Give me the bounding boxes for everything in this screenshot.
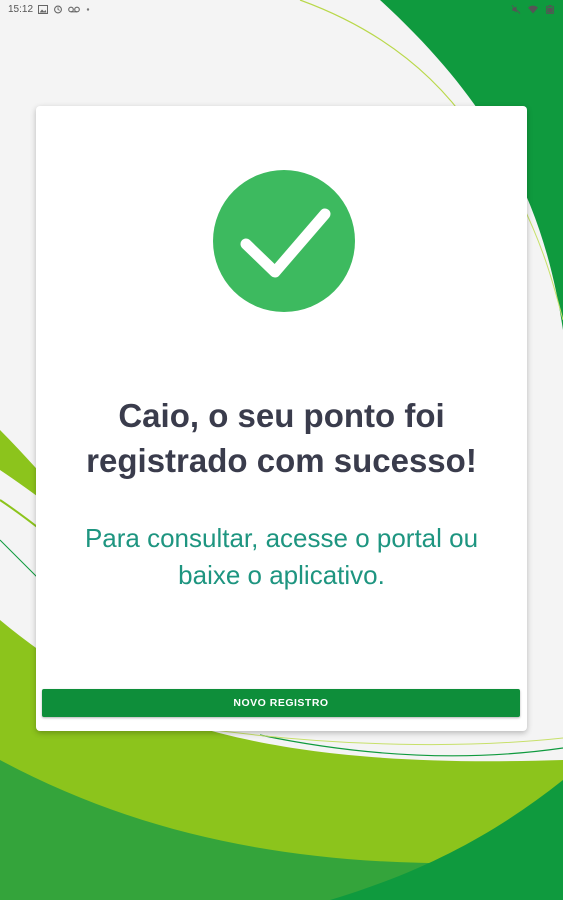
status-left: 15:12 [8,4,91,15]
status-bar: 15:12 [0,0,563,18]
voicemail-icon [68,6,80,12]
battery-icon [545,4,555,14]
dot-icon [86,7,90,11]
sync-icon [54,5,62,13]
success-title-line2: registrado com sucesso! [86,442,477,479]
check-icon [213,170,355,312]
mute-icon [511,4,521,14]
success-subtitle: Para consultar, acesse o portal ou baixe… [36,520,527,594]
success-title-line1: Caio, o seu ponto foi [118,397,445,434]
status-right [511,4,555,14]
image-icon [38,4,49,14]
wifi-icon [528,5,538,14]
success-subtitle-line2: baixe o aplicativo. [178,560,385,590]
status-time: 15:12 [8,3,34,15]
success-title: Caio, o seu ponto foi registrado com suc… [36,393,527,483]
new-record-button[interactable]: NOVO REGISTRO [42,689,520,717]
success-subtitle-line1: Para consultar, acesse o portal ou [84,523,479,553]
success-card: Caio, o seu ponto foi registrado com suc… [36,106,527,731]
